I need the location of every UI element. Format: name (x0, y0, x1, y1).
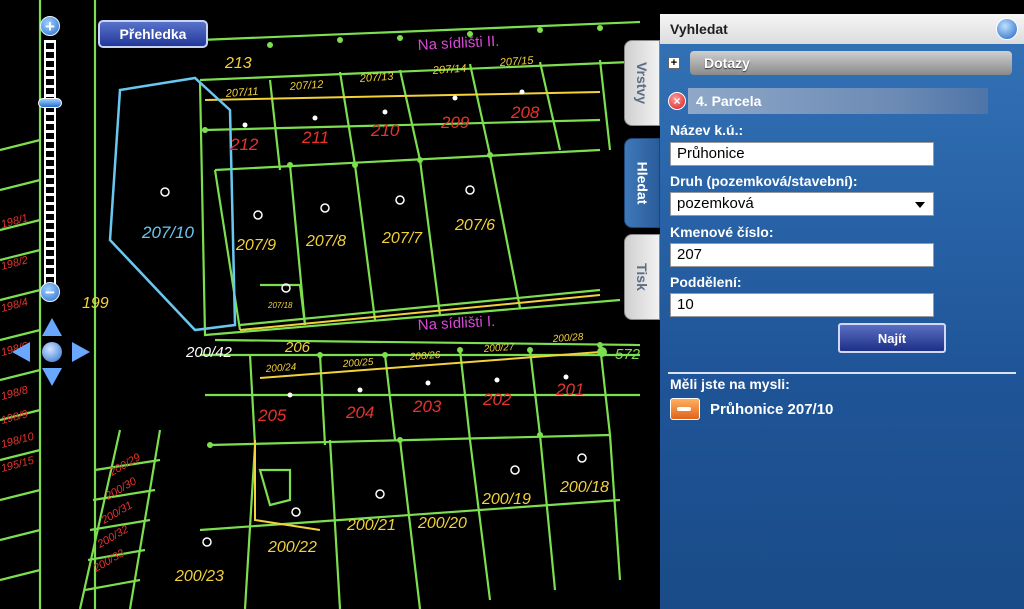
cadastral-value: Průhonice (677, 145, 745, 162)
tab-vrstvy[interactable]: Vrstvy (624, 40, 660, 126)
queries-label: Dotazy (704, 55, 750, 71)
parcel-label: 207/9 (235, 237, 276, 254)
parcel-label: 207/7 (381, 230, 423, 247)
selected-parcel-outline (108, 76, 237, 332)
suggestion-result-text: Průhonice 207/10 (710, 400, 834, 418)
overview-button-label: Přehledka (119, 26, 187, 42)
parcel-label: 201 (555, 380, 584, 399)
parcel-label: 200/20 (417, 515, 467, 532)
cadastral-label: Název k.ú.: (670, 122, 744, 138)
parcel-label: 200/26 (408, 350, 441, 363)
parcel-label: 199 (82, 295, 109, 312)
parcel-label: 198/10 (0, 430, 36, 451)
number-label: Kmenové číslo: (670, 224, 774, 240)
cadastral-input[interactable]: Průhonice (670, 142, 934, 166)
tab-label: Hledat (634, 161, 651, 205)
section-label: 4. Parcela (696, 93, 762, 109)
parcel-label: 213 (224, 55, 252, 72)
parcel-label: 208 (510, 103, 540, 122)
queries-bar[interactable]: Dotazy (690, 51, 1012, 75)
parcel-label: 200/33 (91, 547, 128, 575)
parcel-label: 200/25 (341, 357, 374, 370)
parcel-label: 210 (370, 121, 400, 140)
panel-toggle-icon[interactable] (996, 18, 1018, 40)
parcel-label: 205 (257, 406, 287, 425)
parcel-label: 195/15 (0, 454, 36, 475)
parcel-label: 207/18 (267, 301, 293, 310)
overview-button[interactable]: Přehledka (98, 20, 208, 48)
parcel-label: 202 (482, 390, 512, 409)
panel-title: Vyhledat (670, 21, 728, 37)
parcel-label: 198/9 (0, 408, 29, 427)
close-icon[interactable]: × (668, 92, 686, 110)
search-button[interactable]: Najít (838, 323, 946, 353)
street-label: Na sídlišti I. (417, 313, 495, 334)
parcel-label: 203 (412, 397, 442, 416)
parcel-label: 207/6 (454, 217, 495, 234)
suggestion-heading: Měli jste na mysli: (670, 376, 790, 392)
tab-tisk[interactable]: Tisk (624, 234, 660, 320)
suggestion-result[interactable]: Průhonice 207/10 (670, 398, 833, 420)
pan-center-icon[interactable] (42, 342, 62, 362)
parcel-label: 200/24 (264, 362, 297, 375)
type-select[interactable]: pozemková (670, 192, 934, 216)
parcel-label: 200/42 (185, 344, 233, 361)
cadastral-map: Na sídlišti II. Na sídlišti I. 213 207/11 2… (0, 0, 641, 609)
parcel-label: 200/22 (267, 539, 317, 556)
divider (668, 372, 1016, 374)
pan-left-icon[interactable] (12, 342, 30, 362)
tab-hledat[interactable]: Hledat (624, 138, 660, 228)
parcel-label: 200/21 (346, 517, 396, 534)
number-input[interactable]: 207 (670, 243, 934, 267)
parcel-label: 207/15 (498, 55, 534, 69)
pan-right-icon[interactable] (72, 342, 90, 362)
parcel-label: 200/29 (107, 451, 143, 479)
subdivision-value: 10 (677, 296, 694, 313)
search-button-label: Najít (877, 330, 907, 346)
parcel-label: 200/23 (174, 568, 224, 585)
tab-label: Tisk (633, 263, 650, 291)
parcel-label: 212 (229, 135, 259, 154)
parcel-label: 572 (615, 346, 641, 363)
parcel-label: 206 (284, 339, 311, 356)
search-panel: Vyhledat + Dotazy × 4. Parcela Název k.ú… (660, 14, 1024, 609)
section-header: 4. Parcela (688, 88, 988, 114)
parcel-label: 207/13 (358, 71, 394, 85)
zoom-in-icon[interactable]: + (40, 16, 60, 36)
zoom-slider-thumb[interactable] (38, 98, 62, 108)
panel-header: Vyhledat (660, 14, 1024, 44)
parcel-label: 198/1 (0, 212, 29, 231)
zoom-slider-track[interactable] (44, 40, 56, 296)
number-value: 207 (677, 246, 703, 263)
type-label: Druh (pozemková/stavební): (670, 173, 858, 189)
parcel-result-icon (670, 398, 700, 420)
zoom-out-icon[interactable]: − (40, 282, 60, 302)
pan-up-icon[interactable] (42, 318, 62, 336)
parcel-label: 207/12 (288, 79, 323, 93)
parcel-label: 207/8 (305, 233, 346, 250)
subdivision-input[interactable]: 10 (670, 293, 934, 317)
chevron-down-icon (915, 202, 925, 208)
parcel-label: 200/18 (559, 479, 609, 496)
type-value: pozemková (677, 195, 754, 212)
street-label: Na sídlišti II. (417, 33, 499, 54)
map-view[interactable]: Na sídlišti II. Na sídlišti I. 213 207/11 2… (0, 0, 660, 609)
parcel-label: 207/11 (224, 86, 259, 100)
parcel-label: 200/27 (482, 342, 515, 355)
parcel-label: 200/28 (551, 332, 584, 345)
tab-label: Vrstvy (634, 61, 651, 105)
parcel-label: 200/19 (481, 491, 531, 508)
parcel-label: 198/2 (0, 254, 29, 273)
parcel-label: 204 (345, 403, 374, 422)
parcel-label: 211 (301, 128, 329, 147)
subdivision-label: Poddělení: (670, 274, 742, 290)
parcel-label: 207/14 (431, 63, 466, 77)
parcel-label: 207/10 (141, 223, 195, 242)
expand-icon[interactable]: + (668, 57, 680, 69)
pan-down-icon[interactable] (42, 368, 62, 386)
parcel-label: 209 (440, 113, 470, 132)
pan-control[interactable] (12, 318, 92, 388)
